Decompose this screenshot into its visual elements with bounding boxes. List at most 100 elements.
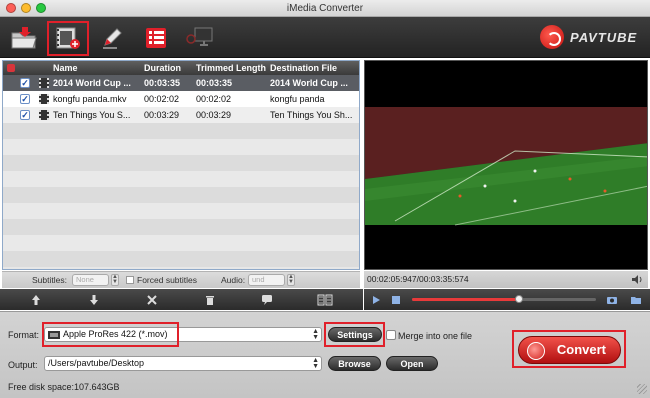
browse-button[interactable]: Browse <box>328 356 381 371</box>
audio-label: Audio: <box>221 275 246 285</box>
subtitles-select[interactable]: None <box>72 274 109 286</box>
open-folder-button[interactable] <box>4 21 44 55</box>
film-icon <box>39 94 49 104</box>
select-arrows-icon: ▲ ▼ <box>312 328 319 341</box>
resize-grip-icon[interactable] <box>637 384 647 394</box>
main-toolbar: PAVTUBE <box>0 17 650 58</box>
film-icon <box>39 110 49 120</box>
screen-icon <box>186 27 213 46</box>
edit-icon <box>103 28 122 49</box>
output-path-field[interactable]: /Users/pavtube/Desktop ▲ ▼ <box>44 356 322 371</box>
file-destination: kongfu panda <box>270 94 325 104</box>
snapshot-button[interactable] <box>604 292 620 307</box>
file-name: Ten Things You S... <box>53 110 131 120</box>
remove-button[interactable] <box>144 292 160 307</box>
file-checkbox[interactable]: ✓ <box>20 94 30 104</box>
add-video-highlight <box>47 21 89 56</box>
merge-label: Merge into one file <box>398 331 473 341</box>
task-list-icon <box>146 28 166 48</box>
edit-button[interactable] <box>92 21 132 55</box>
file-name: kongfu panda.mkv <box>53 94 127 104</box>
empty-row <box>3 139 359 155</box>
audio-stepper[interactable]: ▲ ▼ <box>287 274 295 286</box>
file-duration: 00:02:02 <box>144 94 180 104</box>
column-name[interactable]: Name <box>53 63 78 73</box>
window-title: iMedia Converter <box>286 3 364 14</box>
film-icon <box>39 78 49 88</box>
open-folder-icon <box>11 27 37 49</box>
open-snapshot-folder-button[interactable] <box>628 292 644 307</box>
properties-button[interactable] <box>259 292 275 307</box>
column-trimmed-length[interactable]: Trimmed Length <box>196 63 266 73</box>
empty-row <box>3 171 359 187</box>
file-row[interactable]: ✓ kongfu panda.mkv 00:02:02 00:02:02 kon… <box>3 91 359 107</box>
output-path-value: /Users/pavtube/Desktop <box>48 358 145 368</box>
audio-select[interactable]: und <box>248 274 285 286</box>
select-all-checkbox[interactable] <box>7 64 15 72</box>
seek-thumb[interactable] <box>514 295 523 303</box>
empty-row <box>3 155 359 171</box>
column-destination-file[interactable]: Destination File <box>270 63 337 73</box>
file-duration: 00:03:35 <box>144 78 181 88</box>
format-label: Format: <box>8 330 40 340</box>
volume-icon[interactable] <box>631 274 643 285</box>
play-button[interactable] <box>368 292 384 307</box>
convert-highlight <box>512 330 626 368</box>
file-trimmed-length: 00:03:29 <box>196 110 232 120</box>
column-duration[interactable]: Duration <box>144 63 181 73</box>
file-duration: 00:03:29 <box>144 110 180 120</box>
brand-logo: PAVTUBE <box>540 25 644 49</box>
file-trimmed-length: 00:02:02 <box>196 94 232 104</box>
empty-row <box>3 235 359 251</box>
file-list[interactable]: Name Duration Trimmed Length Destination… <box>2 60 360 270</box>
camera-icon <box>607 296 617 304</box>
empty-row <box>3 251 359 267</box>
stop-button[interactable] <box>388 292 404 307</box>
seek-progress <box>412 298 519 301</box>
select-arrows-icon: ▲ ▼ <box>312 357 319 370</box>
pavtube-logo-icon <box>540 25 564 49</box>
open-button[interactable]: Open <box>386 356 438 371</box>
subtitles-label: Subtitles: <box>32 275 67 285</box>
file-actions-bar <box>0 289 363 310</box>
empty-row <box>3 219 359 235</box>
forced-subtitles-checkbox[interactable] <box>126 276 134 284</box>
timecode-bar: 00:02:05:947/00:03:35:574 <box>364 271 648 288</box>
file-checkbox[interactable]: ✓ <box>20 78 30 88</box>
arrow-up-icon <box>32 294 40 305</box>
empty-row <box>3 187 359 203</box>
brand-name: PAVTUBE <box>570 29 638 45</box>
play-icon <box>372 295 380 304</box>
title-bar: iMedia Converter <box>0 0 650 17</box>
merge-checkbox[interactable] <box>386 330 396 340</box>
delete-button[interactable] <box>202 292 218 307</box>
trash-icon <box>206 295 214 305</box>
screen-button[interactable] <box>180 21 220 55</box>
stop-icon <box>392 295 400 304</box>
move-up-button[interactable] <box>28 292 44 307</box>
free-disk-space: Free disk space:107.643GB <box>8 382 120 392</box>
output-label: Output: <box>8 360 38 370</box>
arrow-down-icon <box>90 294 98 305</box>
file-row[interactable]: ✓ 2014 World Cup ... 00:03:35 00:03:35 2… <box>3 75 359 91</box>
merge-files-button[interactable] <box>317 292 333 307</box>
preview-frame-image <box>365 61 647 269</box>
forced-subtitles-label: Forced subtitles <box>137 275 197 285</box>
file-list-header: Name Duration Trimmed Length Destination… <box>3 61 359 75</box>
timecode: 00:02:05:947/00:03:35:574 <box>367 274 469 284</box>
file-destination: 2014 World Cup ... <box>270 78 348 88</box>
file-trimmed-length: 00:03:35 <box>196 78 233 88</box>
subtitle-audio-bar: Subtitles: None ▲ ▼ Forced subtitles Audi… <box>2 271 360 288</box>
task-list-button[interactable] <box>136 21 176 55</box>
empty-row <box>3 123 359 139</box>
playback-bar <box>364 289 650 310</box>
video-preview[interactable] <box>364 60 648 270</box>
settings-highlight <box>324 322 385 347</box>
subtitles-stepper[interactable]: ▲ ▼ <box>111 274 119 286</box>
seek-slider[interactable] <box>412 295 596 303</box>
folder-icon <box>631 296 641 304</box>
file-checkbox[interactable]: ✓ <box>20 110 30 120</box>
empty-row <box>3 203 359 219</box>
move-down-button[interactable] <box>86 292 102 307</box>
file-row[interactable]: ✓ Ten Things You S... 00:03:29 00:03:29 … <box>3 107 359 123</box>
